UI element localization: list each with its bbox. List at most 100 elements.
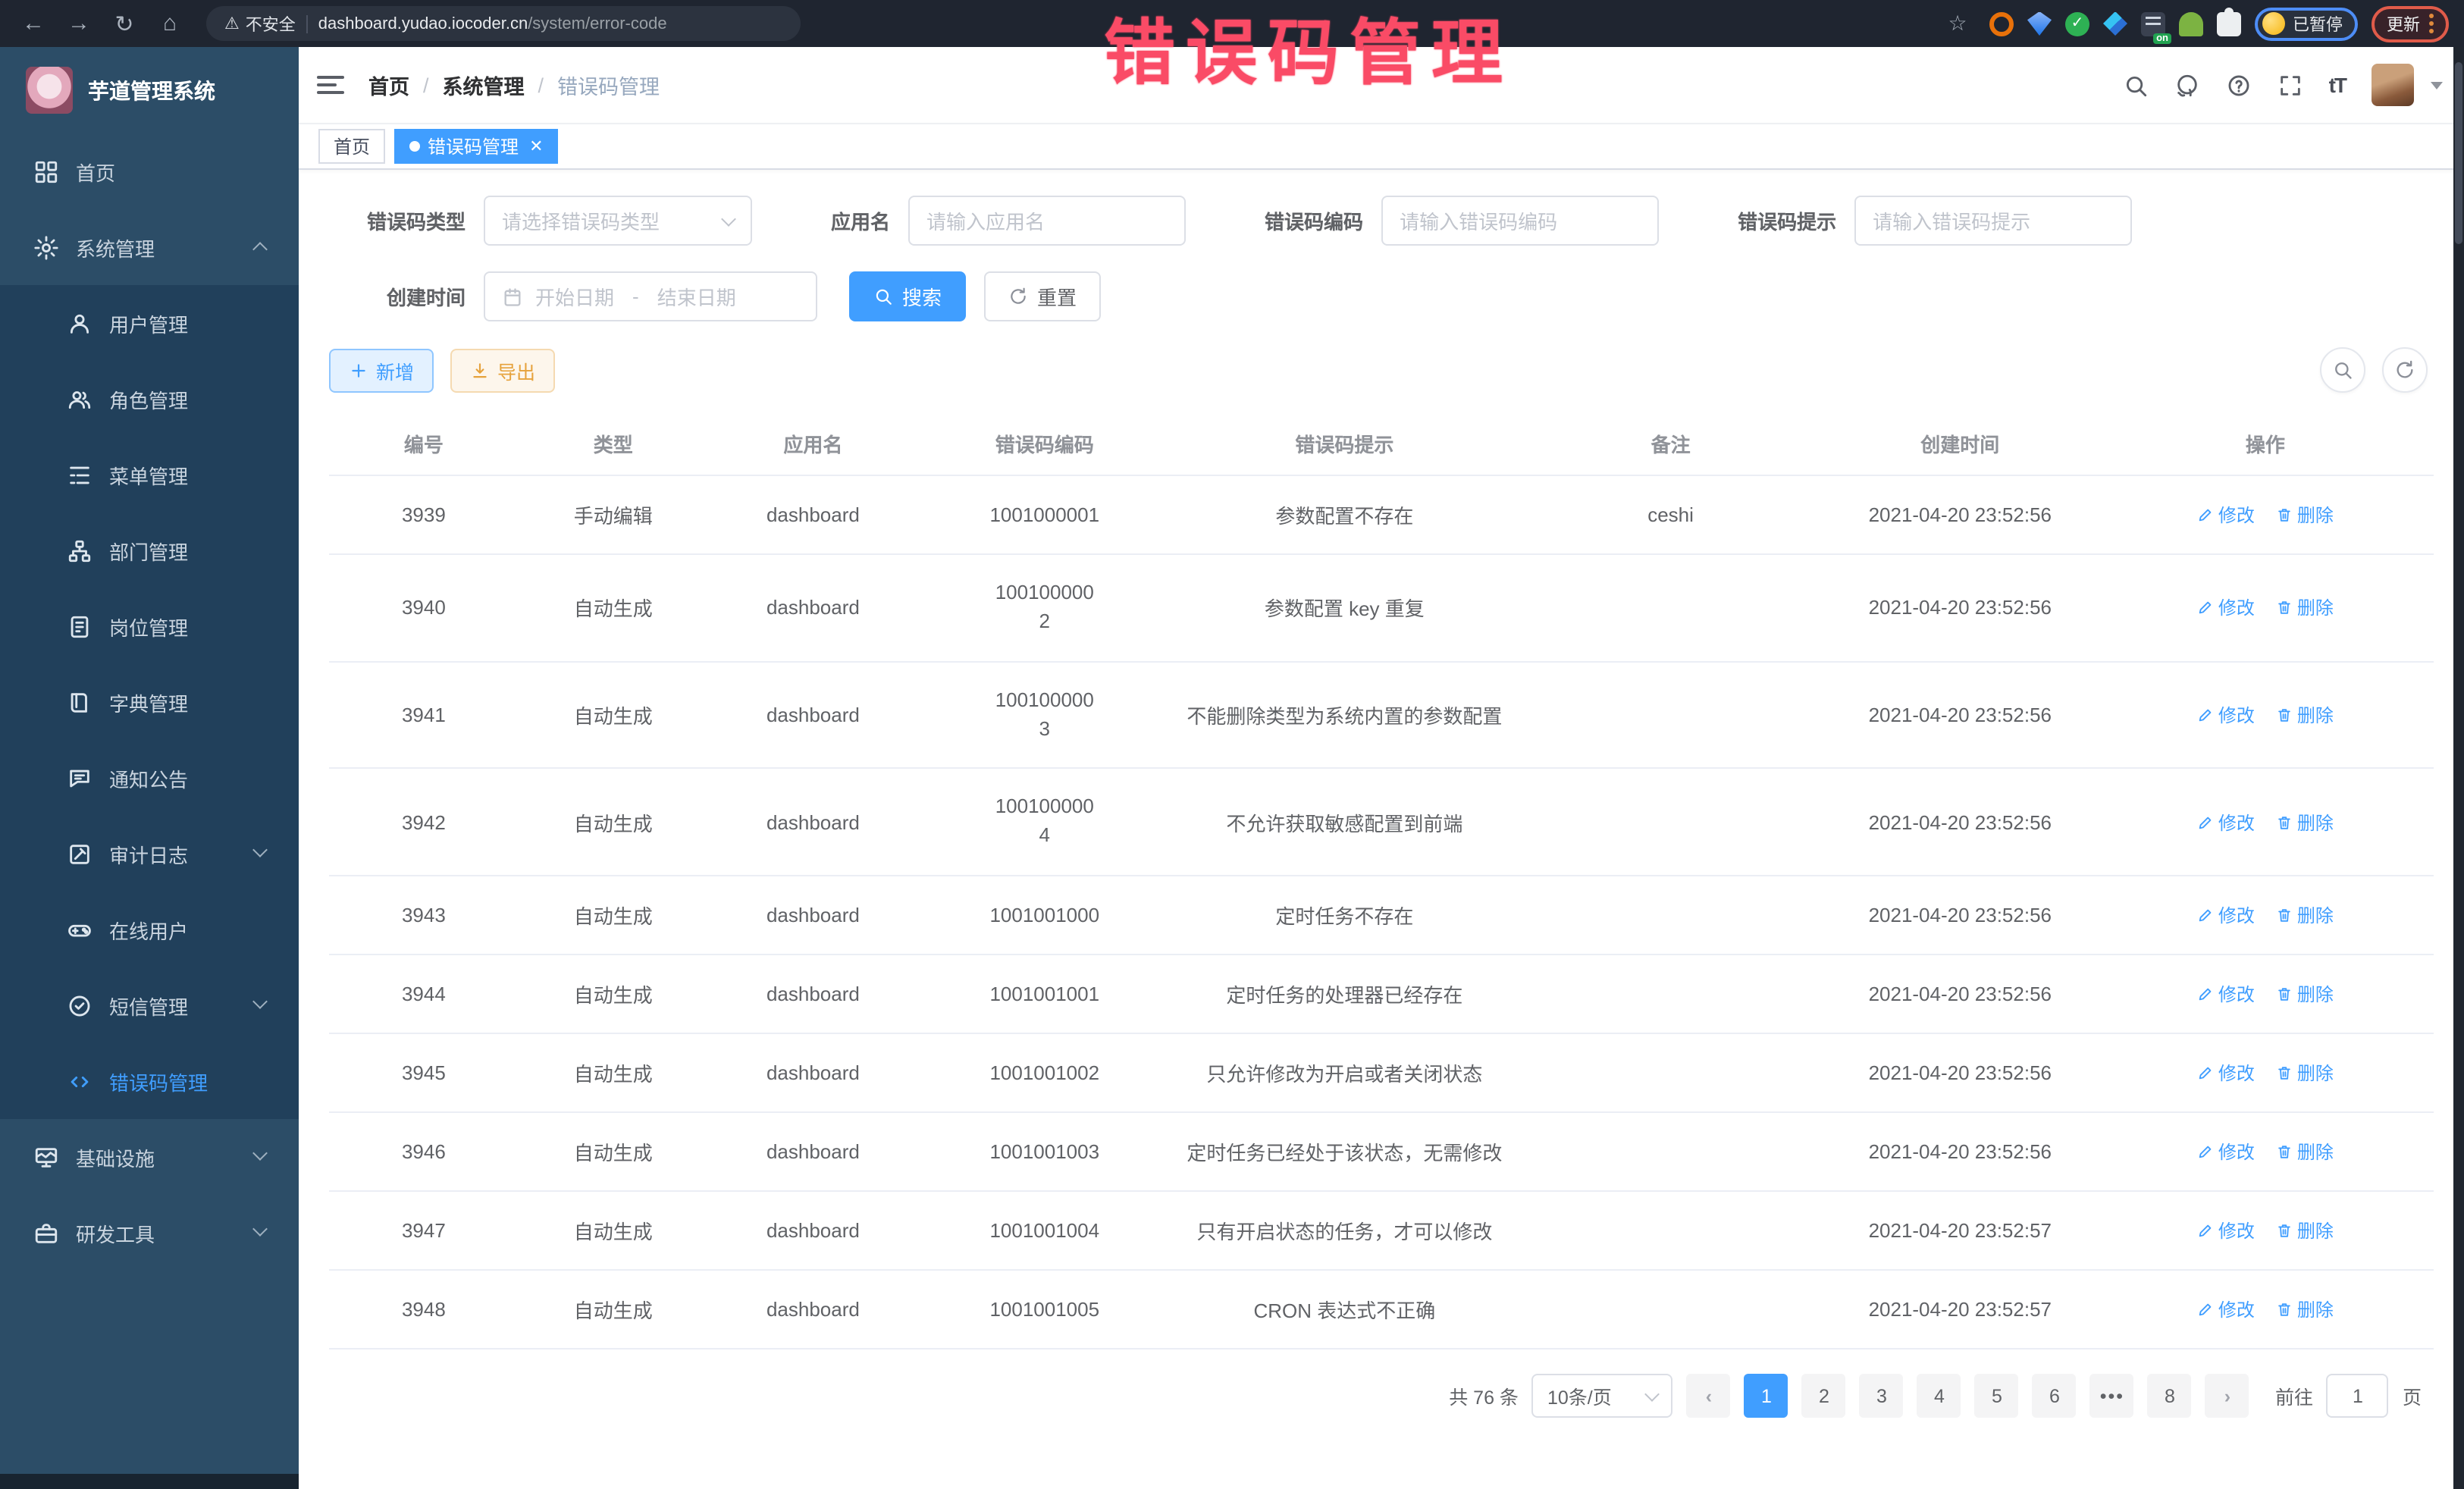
breadcrumb-item[interactable]: 系统管理 (443, 70, 525, 100)
browser-update-button[interactable]: 更新 (2372, 5, 2449, 42)
edit-link[interactable]: 修改 (2197, 702, 2255, 728)
more-pages-button[interactable]: ••• (2090, 1374, 2134, 1418)
cell-create-time: 2021-04-20 23:52:56 (1823, 769, 2097, 876)
extension-icon[interactable] (1989, 11, 2014, 36)
fullscreen-icon[interactable] (2277, 72, 2303, 98)
edit-link[interactable]: 修改 (2197, 1218, 2255, 1243)
refresh-table-button[interactable] (2382, 347, 2428, 393)
sidebar-item-15[interactable]: 研发工具 (0, 1195, 299, 1271)
sidebar-item-5[interactable]: 菜单管理 (0, 437, 299, 513)
date-range-picker[interactable]: 开始日期 - 结束日期 (484, 271, 817, 321)
tab-1[interactable]: 首页 (318, 129, 385, 164)
home-icon[interactable]: ⌂ (152, 5, 188, 42)
sidebar-item-12[interactable]: 短信管理 (0, 967, 299, 1043)
delete-link[interactable]: 删除 (2276, 902, 2334, 928)
filter-input[interactable]: 请输入应用名 (908, 196, 1186, 246)
browser-profile-chip[interactable]: 已暂停 (2255, 7, 2358, 40)
delete-link[interactable]: 删除 (2276, 981, 2334, 1007)
close-icon[interactable]: ✕ (529, 136, 543, 156)
user-avatar[interactable] (2372, 64, 2414, 106)
sidebar-item-10[interactable]: 审计日志 (0, 816, 299, 892)
page-button-8[interactable]: 8 (2148, 1374, 2192, 1418)
sidebar-item-1[interactable]: 首页 (0, 133, 299, 209)
page-button-6[interactable]: 6 (2033, 1374, 2077, 1418)
delete-link[interactable]: 删除 (2276, 1060, 2334, 1086)
sidebar-item-3[interactable]: 用户管理 (0, 285, 299, 361)
delete-link[interactable]: 删除 (2276, 809, 2334, 835)
edit-link[interactable]: 修改 (2197, 1296, 2255, 1322)
delete-link[interactable]: 删除 (2276, 595, 2334, 621)
extension-icon[interactable] (2179, 11, 2203, 36)
delete-link[interactable]: 删除 (2276, 502, 2334, 528)
page-button-2[interactable]: 2 (1802, 1374, 1846, 1418)
sidebar-item-7[interactable]: 岗位管理 (0, 588, 299, 664)
tab-2[interactable]: 错误码管理✕ (394, 129, 558, 164)
sidebar-item-6[interactable]: 部门管理 (0, 513, 299, 588)
edit-link[interactable]: 修改 (2197, 981, 2255, 1007)
back-icon[interactable]: ← (15, 5, 52, 42)
sidebar-item-4[interactable]: 角色管理 (0, 361, 299, 437)
extension-icon[interactable]: on (2141, 11, 2165, 36)
cell-memo (1518, 554, 1823, 661)
reload-icon[interactable]: ↻ (106, 5, 143, 42)
extension-icon[interactable] (2103, 11, 2127, 36)
delete-link[interactable]: 删除 (2276, 702, 2334, 728)
sidebar-item-2[interactable]: 系统管理 (0, 209, 299, 285)
browser-scrollbar[interactable] (2453, 47, 2464, 1489)
sidebar-item-11[interactable]: 在线用户 (0, 892, 299, 967)
next-page-button[interactable]: › (2205, 1374, 2249, 1418)
cell-type: 自动生成 (519, 661, 708, 768)
app-logo-row[interactable]: 芋道管理系统 (0, 47, 299, 133)
forward-icon[interactable]: → (61, 5, 97, 42)
edit-link[interactable]: 修改 (2197, 502, 2255, 528)
delete-link[interactable]: 删除 (2276, 1218, 2334, 1243)
code-icon (67, 1068, 92, 1094)
edit-link[interactable]: 修改 (2197, 809, 2255, 835)
search-button[interactable]: 搜索 (849, 271, 966, 321)
cell-app: dashboard (708, 1112, 919, 1191)
sidebar-item-14[interactable]: 基础设施 (0, 1119, 299, 1195)
show-search-toggle-button[interactable] (2320, 347, 2365, 393)
extension-icon[interactable] (2027, 11, 2052, 36)
page-button-5[interactable]: 5 (1975, 1374, 2019, 1418)
export-button[interactable]: 导出 (450, 348, 555, 392)
goto-page-input[interactable]: 1 (2327, 1374, 2389, 1418)
extension-icon[interactable]: ✓ (2065, 11, 2089, 36)
cell-type: 自动生成 (519, 1033, 708, 1112)
font-size-icon[interactable]: tT (2329, 73, 2346, 97)
prev-page-button[interactable]: ‹ (1687, 1374, 1731, 1418)
filter-input[interactable]: 请输入错误码提示 (1854, 196, 2132, 246)
bookmark-star-icon[interactable]: ☆ (1939, 5, 1976, 42)
page-button-4[interactable]: 4 (1917, 1374, 1961, 1418)
sidebar-item-label: 菜单管理 (109, 460, 188, 489)
sidebar-item-13[interactable]: 错误码管理 (0, 1043, 299, 1119)
filter-form-row-2: 创建时间 开始日期 - 结束日期 搜索 重置 (329, 271, 2434, 321)
breadcrumb-item[interactable]: 首页 (368, 70, 409, 100)
edit-link[interactable]: 修改 (2197, 1139, 2255, 1165)
hamburger-icon[interactable] (317, 76, 344, 94)
browser-menu-icon[interactable] (2429, 14, 2434, 33)
page-size-select[interactable]: 10条/页 (1532, 1374, 1673, 1418)
page-button-1[interactable]: 1 (1745, 1374, 1788, 1418)
delete-link[interactable]: 删除 (2276, 1139, 2334, 1165)
page-button-3[interactable]: 3 (1860, 1374, 1904, 1418)
address-bar[interactable]: ⚠ 不安全 dashboard.yudao.iocoder.cn/system/… (206, 6, 801, 41)
chevron-down-icon[interactable] (2431, 81, 2443, 89)
cell-message: 参数配置 key 重复 (1171, 554, 1518, 661)
delete-link[interactable]: 删除 (2276, 1296, 2334, 1322)
edit-link[interactable]: 修改 (2197, 902, 2255, 928)
add-button[interactable]: 新增 (329, 348, 434, 392)
help-icon[interactable] (2226, 72, 2252, 98)
error-code-type-select[interactable]: 请选择错误码类型 (484, 196, 752, 246)
extensions-puzzle-icon[interactable] (2217, 11, 2241, 36)
sidebar-item-9[interactable]: 通知公告 (0, 740, 299, 816)
edit-link[interactable]: 修改 (2197, 595, 2255, 621)
not-secure-warning[interactable]: ⚠ 不安全 (224, 11, 296, 36)
filter-input[interactable]: 请输入错误码编码 (1381, 196, 1659, 246)
github-icon[interactable] (2174, 72, 2200, 98)
sidebar-item-8[interactable]: 字典管理 (0, 664, 299, 740)
trash-icon (2276, 986, 2293, 1002)
reset-button[interactable]: 重置 (984, 271, 1101, 321)
search-icon[interactable] (2123, 72, 2149, 98)
edit-link[interactable]: 修改 (2197, 1060, 2255, 1086)
